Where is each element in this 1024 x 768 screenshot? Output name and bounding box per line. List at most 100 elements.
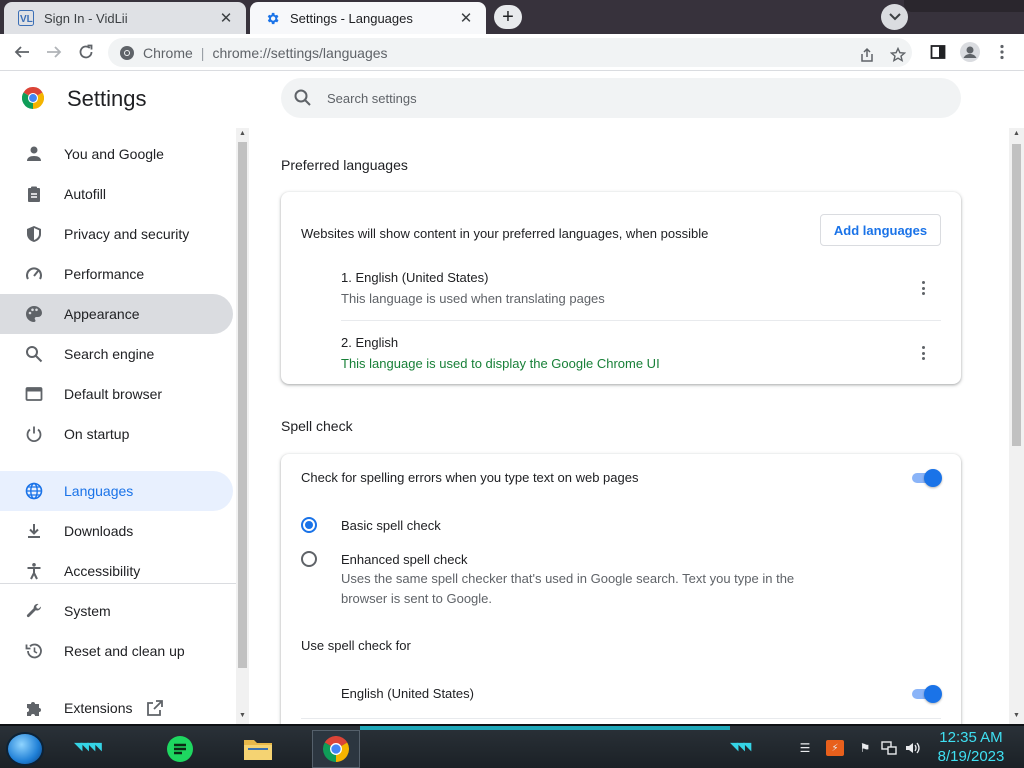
taskbar-decoration: ◥◥◥ [730, 741, 751, 753]
restore-icon [24, 641, 44, 661]
download-icon [24, 521, 44, 541]
arrow-right-icon [47, 46, 62, 58]
address-bar[interactable]: Chrome | chrome://settings/languages [108, 38, 912, 67]
bookmark-star-icon[interactable] [887, 44, 909, 66]
sidebar-item-label: Privacy and security [64, 226, 190, 242]
scroll-down-arrow-icon[interactable]: ▼ [238, 712, 247, 722]
enhanced-spell-check-label: Enhanced spell check [341, 552, 468, 567]
language-row: 2. English This language is used to disp… [341, 335, 941, 371]
chrome-logo-icon [323, 736, 349, 762]
sidebar-item-on-startup[interactable]: On startup [0, 414, 233, 454]
chrome-menu-button[interactable] [988, 38, 1016, 66]
scroll-up-arrow-icon[interactable]: ▲ [238, 130, 247, 140]
language-more-actions-button[interactable] [919, 343, 927, 363]
scroll-up-arrow-icon[interactable]: ▲ [1012, 130, 1021, 140]
section-title-preferred-languages: Preferred languages [281, 157, 408, 173]
arrow-left-icon [14, 46, 29, 58]
sidebar-item-performance[interactable]: Performance [0, 254, 233, 294]
sidebar-item-accessibility[interactable]: Accessibility [0, 551, 233, 591]
close-tab-icon[interactable]: ✕ [216, 8, 236, 28]
back-button[interactable] [8, 38, 36, 66]
sidebar-item-appearance[interactable]: Appearance [0, 294, 233, 334]
taskbar-app-chrome[interactable] [312, 730, 360, 768]
reload-icon [79, 44, 93, 59]
omnibox-separator: | [200, 44, 205, 61]
site-chip-label: Chrome [143, 44, 193, 61]
language-more-actions-button[interactable] [919, 278, 927, 298]
open-in-new-icon [147, 700, 164, 716]
tab-strip: VL Sign In - VidLii ✕ Settings - Languag… [0, 0, 1024, 34]
sidebar-item-privacy-and-security[interactable]: Privacy and security [0, 214, 233, 254]
taskbar-app-file-explorer[interactable] [234, 730, 282, 768]
row-divider [301, 718, 941, 719]
profile-button[interactable] [956, 38, 984, 66]
sidebar-item-label: System [64, 603, 111, 619]
browser-window-icon [24, 384, 44, 404]
share-icon[interactable] [856, 44, 878, 66]
sidebar-item-reset-and-clean-up[interactable]: Reset and clean up [0, 631, 233, 671]
spell-check-toggle[interactable] [910, 469, 942, 487]
start-button[interactable] [6, 732, 44, 766]
taskbar-decoration: ◥◥◥◥ [74, 741, 102, 753]
language-row: 1. English (United States) This language… [341, 270, 941, 306]
sidebar-item-label: Search engine [64, 346, 155, 362]
chevron-down-icon [888, 13, 901, 21]
sidebar-item-label: Languages [64, 483, 134, 499]
close-tab-icon[interactable]: ✕ [456, 8, 476, 28]
tray-app-icon[interactable]: ⚡ [826, 740, 844, 756]
spell-check-card: Check for spelling errors when you type … [281, 454, 961, 744]
sidebar-scrollbar[interactable]: ▲ ▼ [236, 128, 249, 724]
system-clock[interactable]: 12:35 AM 8/19/2023 [930, 728, 1012, 766]
basic-spell-check-label: Basic spell check [341, 518, 441, 533]
sidebar-item-autofill[interactable]: Autofill [0, 174, 233, 214]
network-icon[interactable] [880, 740, 898, 756]
settings-gear-icon [264, 10, 280, 26]
enhanced-spell-check-radio[interactable] [301, 551, 317, 567]
side-panel-button[interactable] [924, 38, 952, 66]
sidebar-item-extensions[interactable]: Extensions [0, 688, 233, 724]
sidebar-item-default-browser[interactable]: Default browser [0, 374, 233, 414]
sidebar-item-label: You and Google [64, 146, 164, 162]
sidebar-item-downloads[interactable]: Downloads [0, 511, 233, 551]
clock-date: 8/19/2023 [937, 748, 1005, 765]
tab-vidlii[interactable]: VL Sign In - VidLii ✕ [4, 2, 246, 34]
sidebar-item-system[interactable]: System [0, 591, 233, 631]
spell-check-language-label: English (United States) [341, 686, 474, 701]
basic-spell-check-radio[interactable] [301, 517, 317, 533]
taskbar: ◥◥◥◥ ◥◥◥ ☰ ⚡ ⚑ 12:35 AM 8/19/2023 [0, 724, 1024, 768]
spell-check-language-toggle[interactable] [910, 685, 942, 703]
page-scrollbar[interactable]: ▲ ▼ [1009, 128, 1024, 724]
preferred-languages-card: Websites will show content in your prefe… [281, 192, 961, 384]
puzzle-icon [24, 698, 44, 718]
sidebar-item-you-and-google[interactable]: You and Google [0, 134, 233, 174]
sidebar-item-label: Performance [64, 266, 145, 282]
scroll-down-arrow-icon[interactable]: ▼ [1012, 712, 1021, 722]
sidebar-item-search-engine[interactable]: Search engine [0, 334, 233, 374]
taskbar-accent [360, 726, 730, 730]
search-settings-input[interactable]: Search settings [281, 78, 961, 118]
scrollbar-thumb[interactable] [1012, 144, 1021, 446]
new-tab-button[interactable]: + [494, 5, 522, 29]
sidebar-item-languages[interactable]: Languages [0, 471, 233, 511]
flag-icon[interactable]: ⚑ [856, 740, 874, 756]
settings-sidebar: You and Google Autofill Privacy and secu… [0, 128, 236, 724]
sidebar-item-label: Appearance [64, 306, 140, 322]
forward-button[interactable] [40, 38, 68, 66]
sidebar-item-label: On startup [64, 426, 130, 442]
shield-icon [24, 224, 44, 244]
preferred-languages-description: Websites will show content in your prefe… [301, 226, 709, 241]
volume-icon[interactable] [904, 740, 922, 756]
tab-search-button[interactable] [881, 4, 908, 30]
scrollbar-thumb[interactable] [238, 142, 247, 668]
taskbar-app-notes[interactable] [156, 730, 204, 768]
side-panel-icon [930, 45, 946, 59]
add-languages-button[interactable]: Add languages [820, 214, 941, 246]
language-description: This language is used when translating p… [341, 291, 605, 306]
show-hidden-icons-icon[interactable]: ☰ [796, 740, 814, 756]
tab-settings[interactable]: Settings - Languages ✕ [250, 2, 486, 34]
notes-app-icon [167, 736, 193, 762]
spell-check-toggle-label: Check for spelling errors when you type … [301, 470, 639, 485]
sidebar-item-label: Extensions [64, 700, 133, 716]
reload-button[interactable] [72, 38, 100, 66]
chrome-logo-icon [22, 87, 44, 109]
